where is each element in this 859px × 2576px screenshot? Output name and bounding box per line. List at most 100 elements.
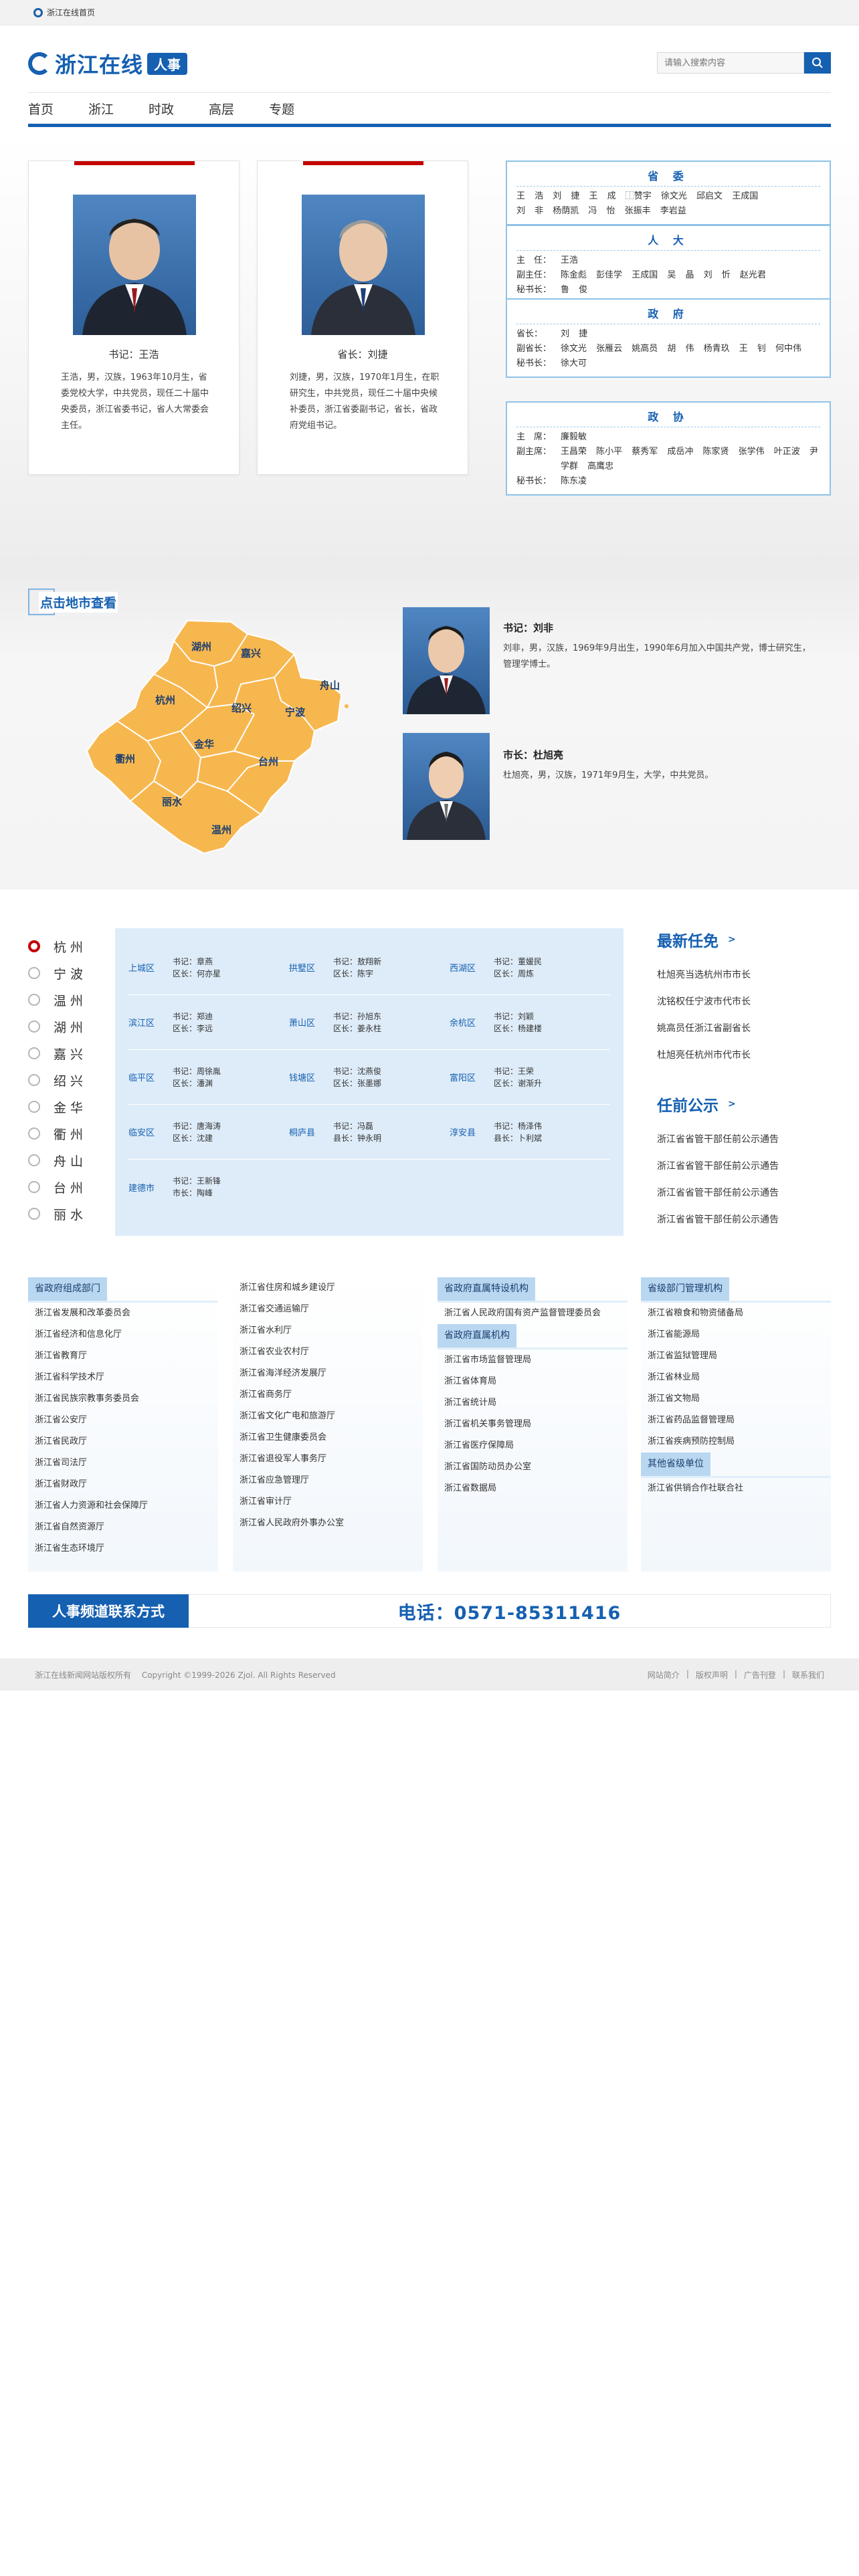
nav-zhejiang[interactable]: 浙江 <box>88 100 114 118</box>
dept-link[interactable]: 浙江省国防动员办公室 <box>438 1457 628 1478</box>
dept-link[interactable]: 浙江省体育局 <box>438 1371 628 1392</box>
nav-home[interactable]: 首页 <box>28 100 54 118</box>
dept-link[interactable]: 浙江省经济和信息化厅 <box>28 1324 218 1346</box>
city-option-jinhua[interactable]: 金华 <box>28 1093 87 1120</box>
notices-heading[interactable]: 任前公示 > <box>657 1093 831 1115</box>
map-label-huzhou[interactable]: 湖州 <box>191 639 211 653</box>
nav-politics[interactable]: 时政 <box>149 100 174 118</box>
zhejiang-map[interactable]: 湖州 嘉兴 杭州 舟山 绍兴 宁波 衢州 金华 台州 丽水 温州 <box>74 614 355 861</box>
district-item[interactable]: 淳安县 书记：杨泽伟 县长：卜利斌 <box>450 1105 610 1159</box>
appointment-link[interactable]: 杜旭亮当选杭州市市长 <box>657 962 831 988</box>
nav-leadership[interactable]: 高层 <box>209 100 234 118</box>
dept-link[interactable]: 浙江省科学技术厅 <box>28 1367 218 1388</box>
city-option-huzhou[interactable]: 湖州 <box>28 1013 87 1040</box>
map-label-zhoushan[interactable]: 舟山 <box>320 678 340 692</box>
district-item[interactable]: 临安区 书记：唐海涛 区长：沈建 <box>128 1105 289 1159</box>
map-label-wenzhou[interactable]: 温州 <box>211 823 231 837</box>
dept-link[interactable]: 浙江省交通运输厅 <box>233 1299 423 1320</box>
dept-link[interactable]: 浙江省人力资源和社会保障厅 <box>28 1495 218 1517</box>
dept-link[interactable]: 浙江省人民政府外事办公室 <box>233 1513 423 1534</box>
city-option-lishui[interactable]: 丽水 <box>28 1200 87 1227</box>
footer-link-about[interactable]: 网站简介 <box>648 1669 680 1681</box>
appointments-heading[interactable]: 最新任免 > <box>657 928 831 951</box>
leader-card-secretary[interactable]: 书记：王浩 王浩，男，汉族，1963年10月生，省委党校大学，中共党员，现任二十… <box>28 160 240 475</box>
city-option-hangzhou[interactable]: 杭州 <box>28 933 87 960</box>
district-item[interactable]: 钱塘区 书记：沈燕俊 区长：张墨娜 <box>289 1050 450 1104</box>
dept-link[interactable]: 浙江省监狱管理局 <box>641 1346 831 1367</box>
dept-link[interactable]: 浙江省林业局 <box>641 1367 831 1388</box>
dept-link[interactable]: 浙江省人民政府国有资产监督管理委员会 <box>438 1303 628 1324</box>
dept-link[interactable]: 浙江省机关事务管理局 <box>438 1414 628 1435</box>
dept-link[interactable]: 浙江省应急管理厅 <box>233 1470 423 1491</box>
dept-link[interactable]: 浙江省统计局 <box>438 1392 628 1414</box>
dept-link[interactable]: 浙江省农业农村厅 <box>233 1341 423 1363</box>
map-label-taizhou[interactable]: 台州 <box>258 754 278 768</box>
district-item[interactable]: 富阳区 书记：王荣 区长：谢渐升 <box>450 1050 610 1104</box>
home-link[interactable]: 浙江在线首页 <box>33 7 95 18</box>
nav-topics[interactable]: 专题 <box>269 100 294 118</box>
map-label-ningbo[interactable]: 宁波 <box>285 705 305 719</box>
district-item[interactable]: 桐庐县 书记：冯磊 县长：钟永明 <box>289 1105 450 1159</box>
dept-link[interactable]: 浙江省民政厅 <box>28 1431 218 1453</box>
map-label-hangzhou[interactable]: 杭州 <box>155 693 175 707</box>
appointment-link[interactable]: 杜旭亮任杭州市代市长 <box>657 1042 831 1069</box>
city-option-zhoushan[interactable]: 舟山 <box>28 1147 87 1174</box>
footer-link-contact[interactable]: 联系我们 <box>792 1669 824 1681</box>
dept-link[interactable]: 浙江省文物局 <box>641 1388 831 1410</box>
district-item[interactable]: 滨江区 书记：郑迪 区长：李远 <box>128 995 289 1049</box>
dept-link[interactable]: 浙江省文化广电和旅游厅 <box>233 1406 423 1427</box>
notice-link[interactable]: 浙江省省管干部任前公示通告 <box>657 1206 831 1233</box>
map-label-quzhou[interactable]: 衢州 <box>115 752 135 766</box>
city-option-shaoxing[interactable]: 绍兴 <box>28 1067 87 1093</box>
notice-link[interactable]: 浙江省省管干部任前公示通告 <box>657 1180 831 1206</box>
dept-link[interactable]: 浙江省水利厅 <box>233 1320 423 1341</box>
district-item[interactable]: 临平区 书记：周徐胤 区长：潘渊 <box>128 1050 289 1104</box>
dept-link[interactable]: 浙江省生态环境厅 <box>28 1538 218 1560</box>
map-label-jinhua[interactable]: 金华 <box>194 737 214 751</box>
dept-link[interactable]: 浙江省自然资源厅 <box>28 1517 218 1538</box>
district-item[interactable]: 上城区 书记：章燕 区长：何亦星 <box>128 940 289 994</box>
dept-link[interactable]: 浙江省疾病预防控制局 <box>641 1431 831 1453</box>
dept-link[interactable]: 浙江省民族宗教事务委员会 <box>28 1388 218 1410</box>
district-item[interactable]: 西湖区 书记：董媛民 区长：周炼 <box>450 940 610 994</box>
appointment-link[interactable]: 姚高员任浙江省副省长 <box>657 1015 831 1042</box>
footer-link-copyright[interactable]: 版权声明 <box>696 1669 728 1681</box>
dept-link[interactable]: 浙江省海洋经济发展厅 <box>233 1363 423 1384</box>
search-input[interactable] <box>657 52 804 74</box>
footer-link-ads[interactable]: 广告刊登 <box>744 1669 776 1681</box>
search-button[interactable] <box>804 52 831 74</box>
city-option-quzhou[interactable]: 衢州 <box>28 1120 87 1147</box>
dept-link[interactable]: 浙江省退役军人事务厅 <box>233 1448 423 1470</box>
city-option-wenzhou[interactable]: 温州 <box>28 986 87 1013</box>
leader-card-governor[interactable]: 省长：刘捷 刘捷，男，汉族，1970年1月生，在职研究生，中共党员，现任二十届中… <box>257 160 468 475</box>
district-item[interactable]: 萧山区 书记：孙旭东 区长：姜永柱 <box>289 995 450 1049</box>
dept-link[interactable]: 浙江省药品监督管理局 <box>641 1410 831 1431</box>
notice-link[interactable]: 浙江省省管干部任前公示通告 <box>657 1126 831 1153</box>
map-label-shaoxing[interactable]: 绍兴 <box>231 701 252 715</box>
district-item[interactable]: 建德市 书记：王新锋 市长：陶峰 <box>128 1160 296 1214</box>
site-logo[interactable]: 浙江在线 人事 <box>28 49 188 78</box>
city-option-ningbo[interactable]: 宁波 <box>28 960 87 986</box>
dept-link[interactable]: 浙江省审计厅 <box>233 1491 423 1513</box>
dept-link[interactable]: 浙江省供销合作社联合社 <box>641 1478 831 1499</box>
dept-link[interactable]: 浙江省市场监督管理局 <box>438 1350 628 1371</box>
dept-link[interactable]: 浙江省财政厅 <box>28 1474 218 1495</box>
dept-link[interactable]: 浙江省能源局 <box>641 1324 831 1346</box>
dept-link[interactable]: 浙江省发展和改革委员会 <box>28 1303 218 1324</box>
notice-link[interactable]: 浙江省省管干部任前公示通告 <box>657 1153 831 1180</box>
city-option-taizhou[interactable]: 台州 <box>28 1174 87 1200</box>
city-option-jiaxing[interactable]: 嘉兴 <box>28 1040 87 1067</box>
dept-link[interactable]: 浙江省公安厅 <box>28 1410 218 1431</box>
dept-link[interactable]: 浙江省粮食和物资储备局 <box>641 1303 831 1324</box>
dept-link[interactable]: 浙江省卫生健康委员会 <box>233 1427 423 1448</box>
map-label-lishui[interactable]: 丽水 <box>162 794 182 809</box>
map-label-jiaxing[interactable]: 嘉兴 <box>241 646 261 660</box>
dept-link[interactable]: 浙江省数据局 <box>438 1478 628 1499</box>
dept-link[interactable]: 浙江省教育厅 <box>28 1346 218 1367</box>
dept-link[interactable]: 浙江省商务厅 <box>233 1384 423 1406</box>
dept-link[interactable]: 浙江省司法厅 <box>28 1453 218 1474</box>
dept-link[interactable]: 浙江省医疗保障局 <box>438 1435 628 1457</box>
appointment-link[interactable]: 沈铭权任宁波市代市长 <box>657 988 831 1015</box>
dept-link[interactable]: 浙江省住房和城乡建设厅 <box>233 1277 423 1299</box>
district-item[interactable]: 余杭区 书记：刘颖 区长：杨建楼 <box>450 995 610 1049</box>
